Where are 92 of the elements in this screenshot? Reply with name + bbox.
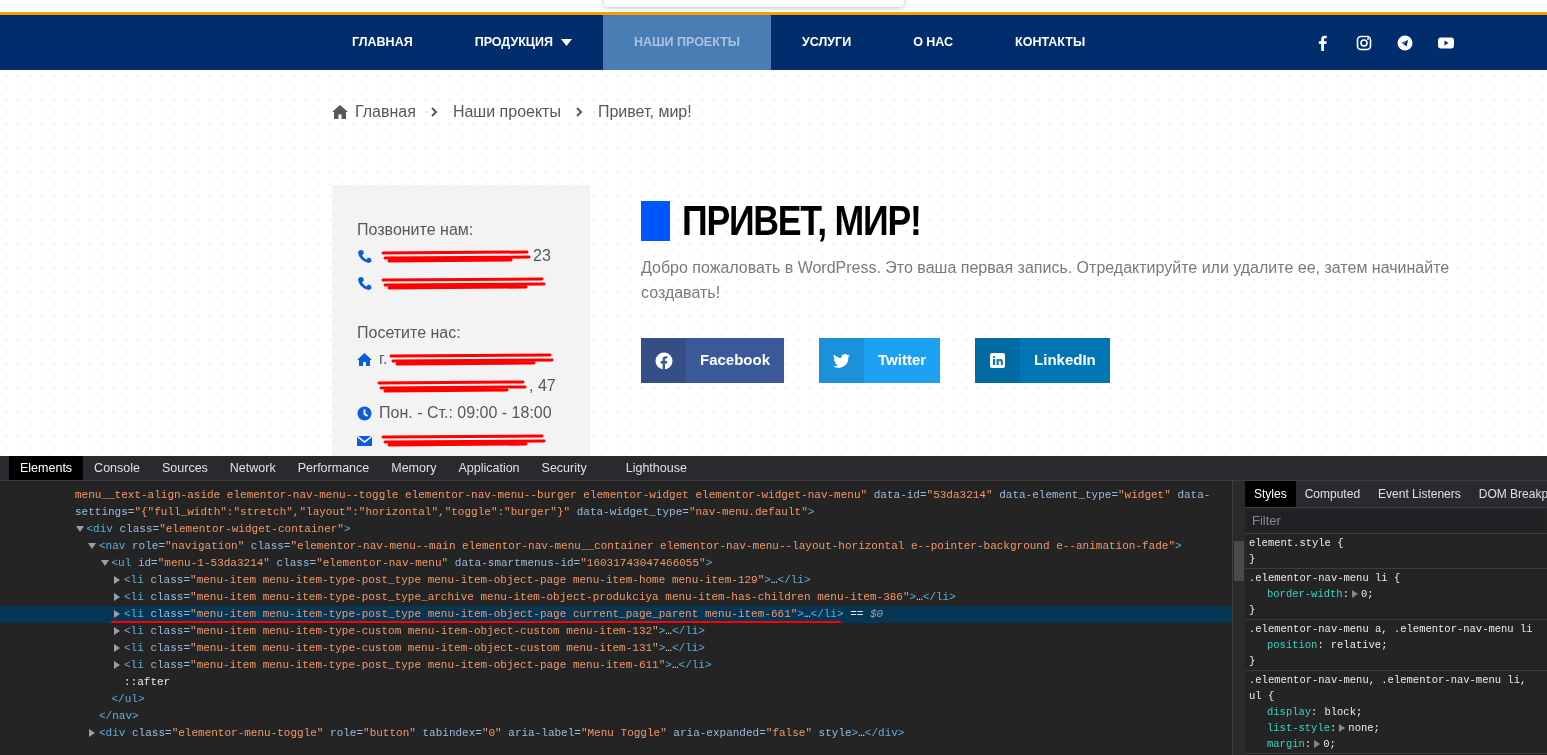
collapsed-arrow-icon[interactable] — [113, 627, 121, 635]
collapsed-arrow-icon[interactable] — [113, 661, 121, 669]
styles-tab[interactable]: Styles — [1245, 481, 1296, 507]
post-title: ПРИВЕТ, МИР! — [682, 197, 921, 245]
collapsed-arrow-icon[interactable] — [113, 593, 121, 601]
code-line: <li class="menu-item menu-item-type-post_type_archive menu-item-object-produkciya menu-item-has-children menu-item-386">…</li> — [124, 590, 956, 604]
share-button[interactable]: Facebook — [641, 338, 785, 383]
title-marker — [641, 201, 670, 241]
share-button[interactable]: LinkedIn — [975, 338, 1110, 383]
css-colon: : — [1317, 638, 1324, 653]
contact-text: , 47 — [529, 376, 556, 396]
css-value: 0; — [1360, 587, 1374, 602]
devtools-tab[interactable]: Performance — [286, 456, 381, 480]
filter-field[interactable]: Filter — [1248, 510, 1544, 531]
contact-text: 23 — [533, 246, 551, 266]
contact-heading: Позвоните нам: — [357, 220, 475, 240]
css-colon: : — [1342, 587, 1349, 602]
devtools-tab[interactable]: Console — [83, 456, 151, 480]
css-colon: : — [1330, 721, 1337, 736]
code-line: <ul id="menu-1-53da3214" class="elementor-nav-menu" data-smartmenus-id="16031743047466055"> — [111, 556, 713, 570]
css-colon: : — [1311, 705, 1318, 720]
code-line: <div class="elementor-menu-toggle" role="button" tabindex="0" aria-label="Menu Toggle" aria-expanded="false" style>…</div> — [99, 726, 905, 740]
devtools-tab[interactable]: Memory — [380, 456, 448, 480]
collapsed-arrow-icon[interactable] — [113, 576, 121, 584]
css-selector: .elementor-nav-menu a, .elementor-nav-menu li — [1249, 622, 1534, 637]
code-line: </ul> — [111, 692, 145, 706]
breadcrumb-link[interactable]: Главная — [355, 100, 416, 124]
css-property: position — [1267, 638, 1318, 653]
collapsed-arrow-icon[interactable] — [113, 644, 121, 652]
css-colon: : — [1304, 737, 1312, 752]
breadcrumb-link[interactable]: Наши проекты — [452, 100, 561, 124]
css-selector: element.style { — [1249, 536, 1345, 551]
post-text: Добро пожаловать в WordPress. Это ваша первая запись. Отредактируйте или удалите ее, затем начинайте создавать! — [641, 258, 1451, 303]
css-brace: } — [1249, 654, 1257, 669]
devtools-tab[interactable]: Sources — [151, 456, 219, 480]
expanded-arrow-icon[interactable] — [100, 559, 109, 567]
styles-tab[interactable]: DOM Breakp — [1469, 481, 1547, 507]
css-brace: } — [1249, 552, 1257, 567]
css-property: border-width — [1267, 587, 1343, 602]
facebook-icon — [654, 351, 673, 370]
devtools-tab[interactable]: Lighthouse — [614, 456, 698, 480]
code-line: menu__text-align-aside elementor-nav-menu--toggle elementor-nav-menu--burger elementor-widget elementor-widget-nav-menu" data-id="53da3214" data-element_type="widget" data- — [75, 488, 1211, 502]
phone-icon — [357, 248, 372, 264]
code-line: <li class="menu-item menu-item-type-post_type menu-item-object-page menu-item-611">…</li> — [124, 658, 712, 672]
selected-row[interactable]: <li class="menu-item menu-item-type-post_type menu-item-object-page current_page_parent menu-item-661">…</li> == $0 — [0, 606, 1232, 623]
styles-tab[interactable]: Event Listeners — [1369, 481, 1470, 507]
nav-link[interactable]: УСЛУГИ — [771, 15, 883, 70]
devtools-tab[interactable]: Elements — [9, 456, 84, 480]
chevron-icon — [575, 107, 583, 117]
telegram-icon[interactable] — [1397, 34, 1413, 51]
code-line: </nav> — [99, 709, 139, 723]
bird-icon — [832, 351, 851, 370]
chevron-icon — [430, 107, 438, 117]
css-value: 0; — [1323, 737, 1336, 752]
page-name: Привет, мир! — [597, 102, 692, 122]
home-icon — [357, 351, 372, 367]
code-line: <div class="elementor-widget-container"> — [86, 522, 351, 536]
css-property: margin — [1267, 737, 1305, 752]
code-line: <nav role="navigation" class="elementor-nav-menu--main elementor-nav-menu__container elementor-nav-menu--layout-horizontal e--pointer-background e--animation-fade"> — [99, 539, 1182, 553]
nav-link[interactable]: ГЛАВНАЯ — [321, 15, 444, 70]
linkedin-icon — [988, 351, 1007, 370]
css-value: none; — [1348, 721, 1380, 736]
clock-icon — [357, 405, 372, 421]
code-line: settings="{"full_width":"stretch","layout":"horizontal","toggle":"burger"}" data-widget_type="nav-menu.default"> — [75, 505, 815, 519]
contact-text: Пон. - Ст.: 09:00 - 18:00 — [379, 403, 552, 423]
contact-heading: Посетите нас: — [357, 323, 462, 343]
css-property: list-style — [1267, 721, 1330, 736]
devtools-tab[interactable]: Network — [218, 456, 287, 480]
nav-link[interactable]: КОНТАКТЫ — [984, 15, 1117, 70]
styles-tab[interactable]: Computed — [1295, 481, 1370, 507]
code-line: <li class="menu-item menu-item-type-post_type menu-item-object-page menu-item-home menu-item-129">…</li> — [124, 573, 811, 587]
devtools-tab[interactable]: Security — [530, 456, 598, 480]
phone-icon — [357, 275, 372, 291]
code-line: ::after — [124, 675, 171, 689]
code-line: <li class="menu-item menu-item-type-custom menu-item-object-custom menu-item-131">…</li> — [124, 641, 705, 655]
css-value: block; — [1324, 705, 1363, 720]
collapsed-arrow-icon[interactable] — [88, 729, 96, 737]
expanded-arrow-icon[interactable] — [75, 525, 84, 533]
instagram-icon[interactable] — [1356, 34, 1372, 51]
contact-text: г. — [379, 349, 388, 369]
home-icon — [332, 105, 348, 119]
collapsed-arrow-icon[interactable] — [113, 610, 121, 618]
nav-link[interactable]: О НАС — [882, 15, 985, 70]
code-line: <li class="menu-item menu-item-type-post_type menu-item-object-page current_page_parent menu-item-661">…</li> == $0 — [124, 607, 884, 621]
css-value: relative; — [1330, 638, 1388, 653]
devtools-tab[interactable]: Application — [447, 456, 531, 480]
css-selector: .elementor-nav-menu li { — [1249, 571, 1402, 586]
css-property: display — [1267, 705, 1312, 720]
nav-link[interactable]: ПРОДУКЦИЯ — [443, 15, 603, 70]
css-brace: } — [1249, 603, 1257, 618]
expanded-arrow-icon[interactable] — [88, 542, 96, 550]
code-line: <li class="menu-item menu-item-type-custom menu-item-object-custom menu-item-132">…</li> — [124, 624, 705, 638]
